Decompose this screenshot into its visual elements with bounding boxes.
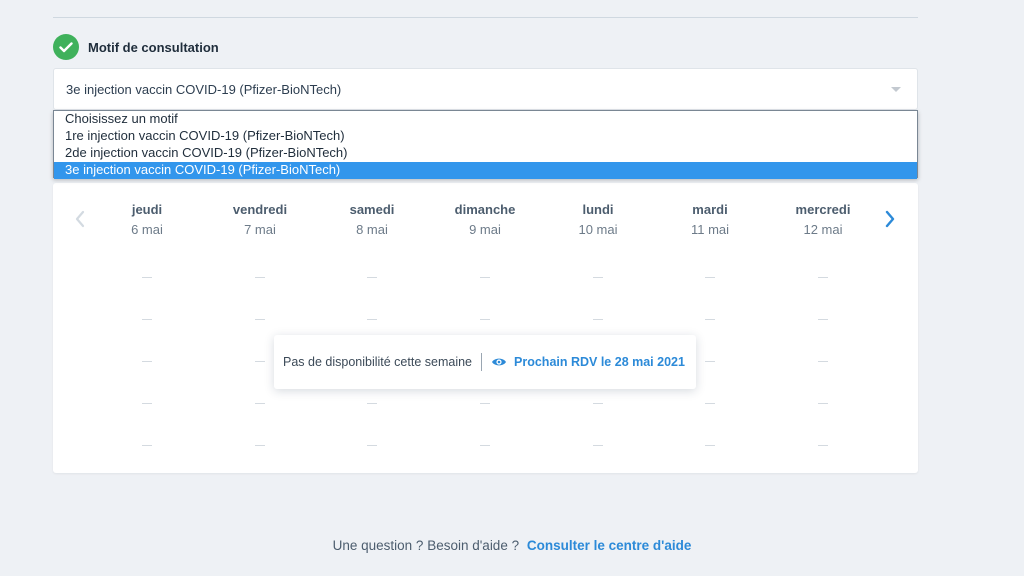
empty-slot-dash: [480, 445, 490, 446]
empty-slot-dash: [705, 445, 715, 446]
empty-slot-dash: [142, 403, 152, 404]
empty-slot-dash: [367, 319, 377, 320]
empty-slot-dash: [705, 277, 715, 278]
availability-popup: Pas de disponibilité cette semaine Proch…: [274, 335, 696, 389]
day-date: 10 mai: [578, 222, 618, 237]
motif-dropdown-list: Choisissez un motif 1re injection vaccin…: [53, 110, 918, 179]
empty-slot-dash: [142, 445, 152, 446]
day-column: dimanche 9 mai: [429, 202, 541, 237]
empty-slot-dash: [705, 403, 715, 404]
day-column: jeudi 6 mai: [91, 202, 203, 237]
section-header: Motif de consultation: [53, 33, 219, 61]
empty-slot-dash: [818, 277, 828, 278]
empty-slot-dash: [367, 277, 377, 278]
day-column: mercredi 12 mai: [767, 202, 879, 237]
day-date: 6 mai: [131, 222, 163, 237]
empty-slot-dash: [480, 319, 490, 320]
empty-slot-dash: [142, 277, 152, 278]
empty-slot-dash: [593, 445, 603, 446]
top-divider: [53, 17, 918, 18]
popup-separator: [481, 353, 483, 371]
motif-select[interactable]: 3e injection vaccin COVID-19 (Pfizer-Bio…: [53, 68, 918, 110]
empty-slot-dash: [593, 403, 603, 404]
empty-slot-dash: [593, 277, 603, 278]
empty-slot-dash: [255, 403, 265, 404]
day-column: mardi 11 mai: [654, 202, 766, 237]
empty-slot-dash: [142, 319, 152, 320]
empty-slot-dash: [818, 445, 828, 446]
empty-slot-dash: [705, 319, 715, 320]
help-question: Une question ? Besoin d'aide ?: [332, 538, 520, 553]
eye-icon: [492, 358, 507, 366]
dropdown-option[interactable]: 1re injection vaccin COVID-19 (Pfizer-Bi…: [54, 128, 917, 145]
empty-slot-dash: [255, 319, 265, 320]
day-date: 11 mai: [690, 222, 730, 237]
day-column: lundi 10 mai: [542, 202, 654, 237]
day-date: 12 mai: [803, 222, 843, 237]
help-line: Une question ? Besoin d'aide ? Consulter…: [0, 538, 1024, 553]
help-center-link[interactable]: Consulter le centre d'aide: [527, 538, 692, 553]
day-date: 7 mai: [244, 222, 276, 237]
dropdown-option[interactable]: 2de injection vaccin COVID-19 (Pfizer-Bi…: [54, 145, 917, 162]
day-name: vendredi: [232, 202, 288, 217]
chevron-right-icon[interactable]: [883, 209, 897, 229]
empty-slot-dash: [255, 361, 265, 362]
day-column: vendredi 7 mai: [204, 202, 316, 237]
empty-slot-dash: [367, 403, 377, 404]
empty-slot-dash: [480, 403, 490, 404]
chevron-left-icon[interactable]: [73, 209, 87, 229]
day-name: mercredi: [795, 202, 851, 217]
empty-slot-dash: [818, 403, 828, 404]
empty-slot-dash: [142, 361, 152, 362]
empty-slot-dash: [705, 361, 715, 362]
motif-select-value: 3e injection vaccin COVID-19 (Pfizer-Bio…: [66, 81, 342, 97]
empty-slot-dash: [818, 361, 828, 362]
next-appointment-link[interactable]: Prochain RDV le 28 mai 2021: [514, 355, 685, 369]
empty-slot-dash: [593, 319, 603, 320]
day-column: samedi 8 mai: [316, 202, 428, 237]
day-date: 9 mai: [469, 222, 501, 237]
day-name: jeudi: [131, 202, 163, 217]
empty-slot-dash: [480, 277, 490, 278]
day-name: samedi: [349, 202, 395, 217]
day-date: 8 mai: [356, 222, 388, 237]
calendar-card: jeudi 6 mai vendredi 7 mai samedi 8 mai …: [53, 183, 918, 473]
empty-slot-dash: [818, 319, 828, 320]
caret-down-icon: [891, 87, 901, 92]
dropdown-option-selected[interactable]: 3e injection vaccin COVID-19 (Pfizer-Bio…: [54, 162, 917, 179]
day-name: lundi: [582, 202, 614, 217]
no-availability-message: Pas de disponibilité cette semaine: [283, 355, 473, 369]
empty-slot-dash: [367, 445, 377, 446]
section-title: Motif de consultation: [88, 39, 219, 55]
day-name: dimanche: [454, 202, 516, 217]
empty-slot-dash: [255, 277, 265, 278]
dropdown-option[interactable]: Choisissez un motif: [54, 111, 917, 128]
check-icon: [53, 34, 79, 60]
day-name: mardi: [692, 202, 728, 217]
empty-slot-dash: [255, 445, 265, 446]
